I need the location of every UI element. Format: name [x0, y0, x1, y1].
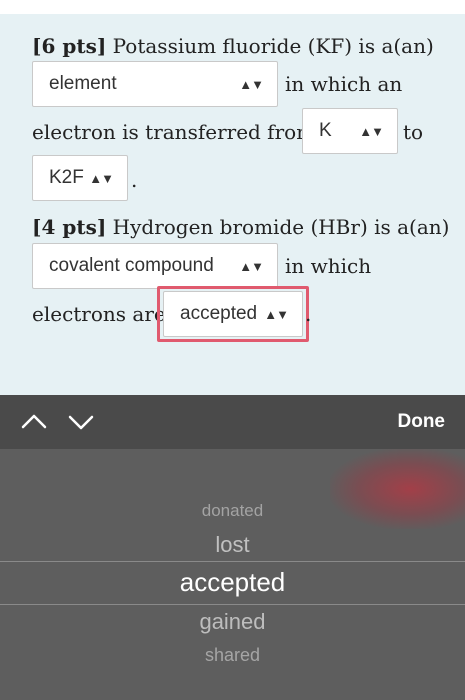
- question-1-prompt: [6 pts] Potassium fluoride (KF) is a(an): [32, 34, 434, 58]
- select-arrows-icon: ▲▼: [89, 170, 114, 186]
- question-2-prompt: [4 pts] Hydrogen bromide (HBr) is a(an): [32, 215, 449, 239]
- q1-from-select-value: K: [319, 120, 332, 141]
- select-arrows-icon: ▲▼: [264, 306, 289, 322]
- select-arrows-icon: ▲▼: [239, 76, 264, 92]
- chevron-down-icon[interactable]: [66, 407, 96, 437]
- q2-electrons-select[interactable]: accepted ▲▼: [163, 291, 303, 337]
- q1-to-select-value: K2F: [49, 167, 84, 188]
- select-arrows-icon: ▲▼: [239, 258, 264, 274]
- picker-toolbar: Done: [0, 395, 465, 449]
- q1-period: .: [131, 168, 138, 192]
- q2-type-select[interactable]: covalent compound ▲▼: [32, 243, 278, 289]
- picker-option[interactable]: lost: [0, 532, 465, 558]
- picker-option[interactable]: shared: [0, 645, 465, 666]
- chevron-up-icon[interactable]: [19, 407, 49, 437]
- q2-text-c: electrons are: [32, 302, 166, 326]
- select-arrows-icon: ▲▼: [359, 123, 384, 139]
- top-bar: [0, 0, 465, 14]
- q1-to-select[interactable]: K2F ▲▼: [32, 155, 128, 201]
- picker-option[interactable]: donated: [0, 501, 465, 521]
- q2-electrons-select-value: accepted: [180, 303, 258, 324]
- q2-text-b: in which: [285, 254, 372, 278]
- q1-text-d: to: [403, 120, 424, 144]
- picker-option-selected[interactable]: accepted: [0, 567, 465, 598]
- question-2-points: [4 pts]: [32, 215, 107, 239]
- q1-type-select-value: element: [49, 73, 117, 94]
- q1-text-b: in which an: [285, 72, 403, 96]
- q1-from-select[interactable]: K ▲▼: [302, 108, 398, 154]
- q1-text-c: electron is transferred from: [32, 120, 316, 144]
- question-1-points: [6 pts]: [32, 34, 107, 58]
- question-2-text-a: Hydrogen bromide (HBr) is a(an): [106, 215, 450, 239]
- picker-wheel[interactable]: donated lost accepted gained shared: [0, 449, 465, 700]
- q1-type-select[interactable]: element ▲▼: [32, 61, 278, 107]
- q2-period: .: [305, 302, 312, 326]
- question-1-text-a: Potassium fluoride (KF) is a(an): [106, 34, 434, 58]
- q2-type-select-value: covalent compound: [49, 255, 214, 276]
- done-button[interactable]: Done: [398, 411, 446, 433]
- picker-option[interactable]: gained: [0, 609, 465, 635]
